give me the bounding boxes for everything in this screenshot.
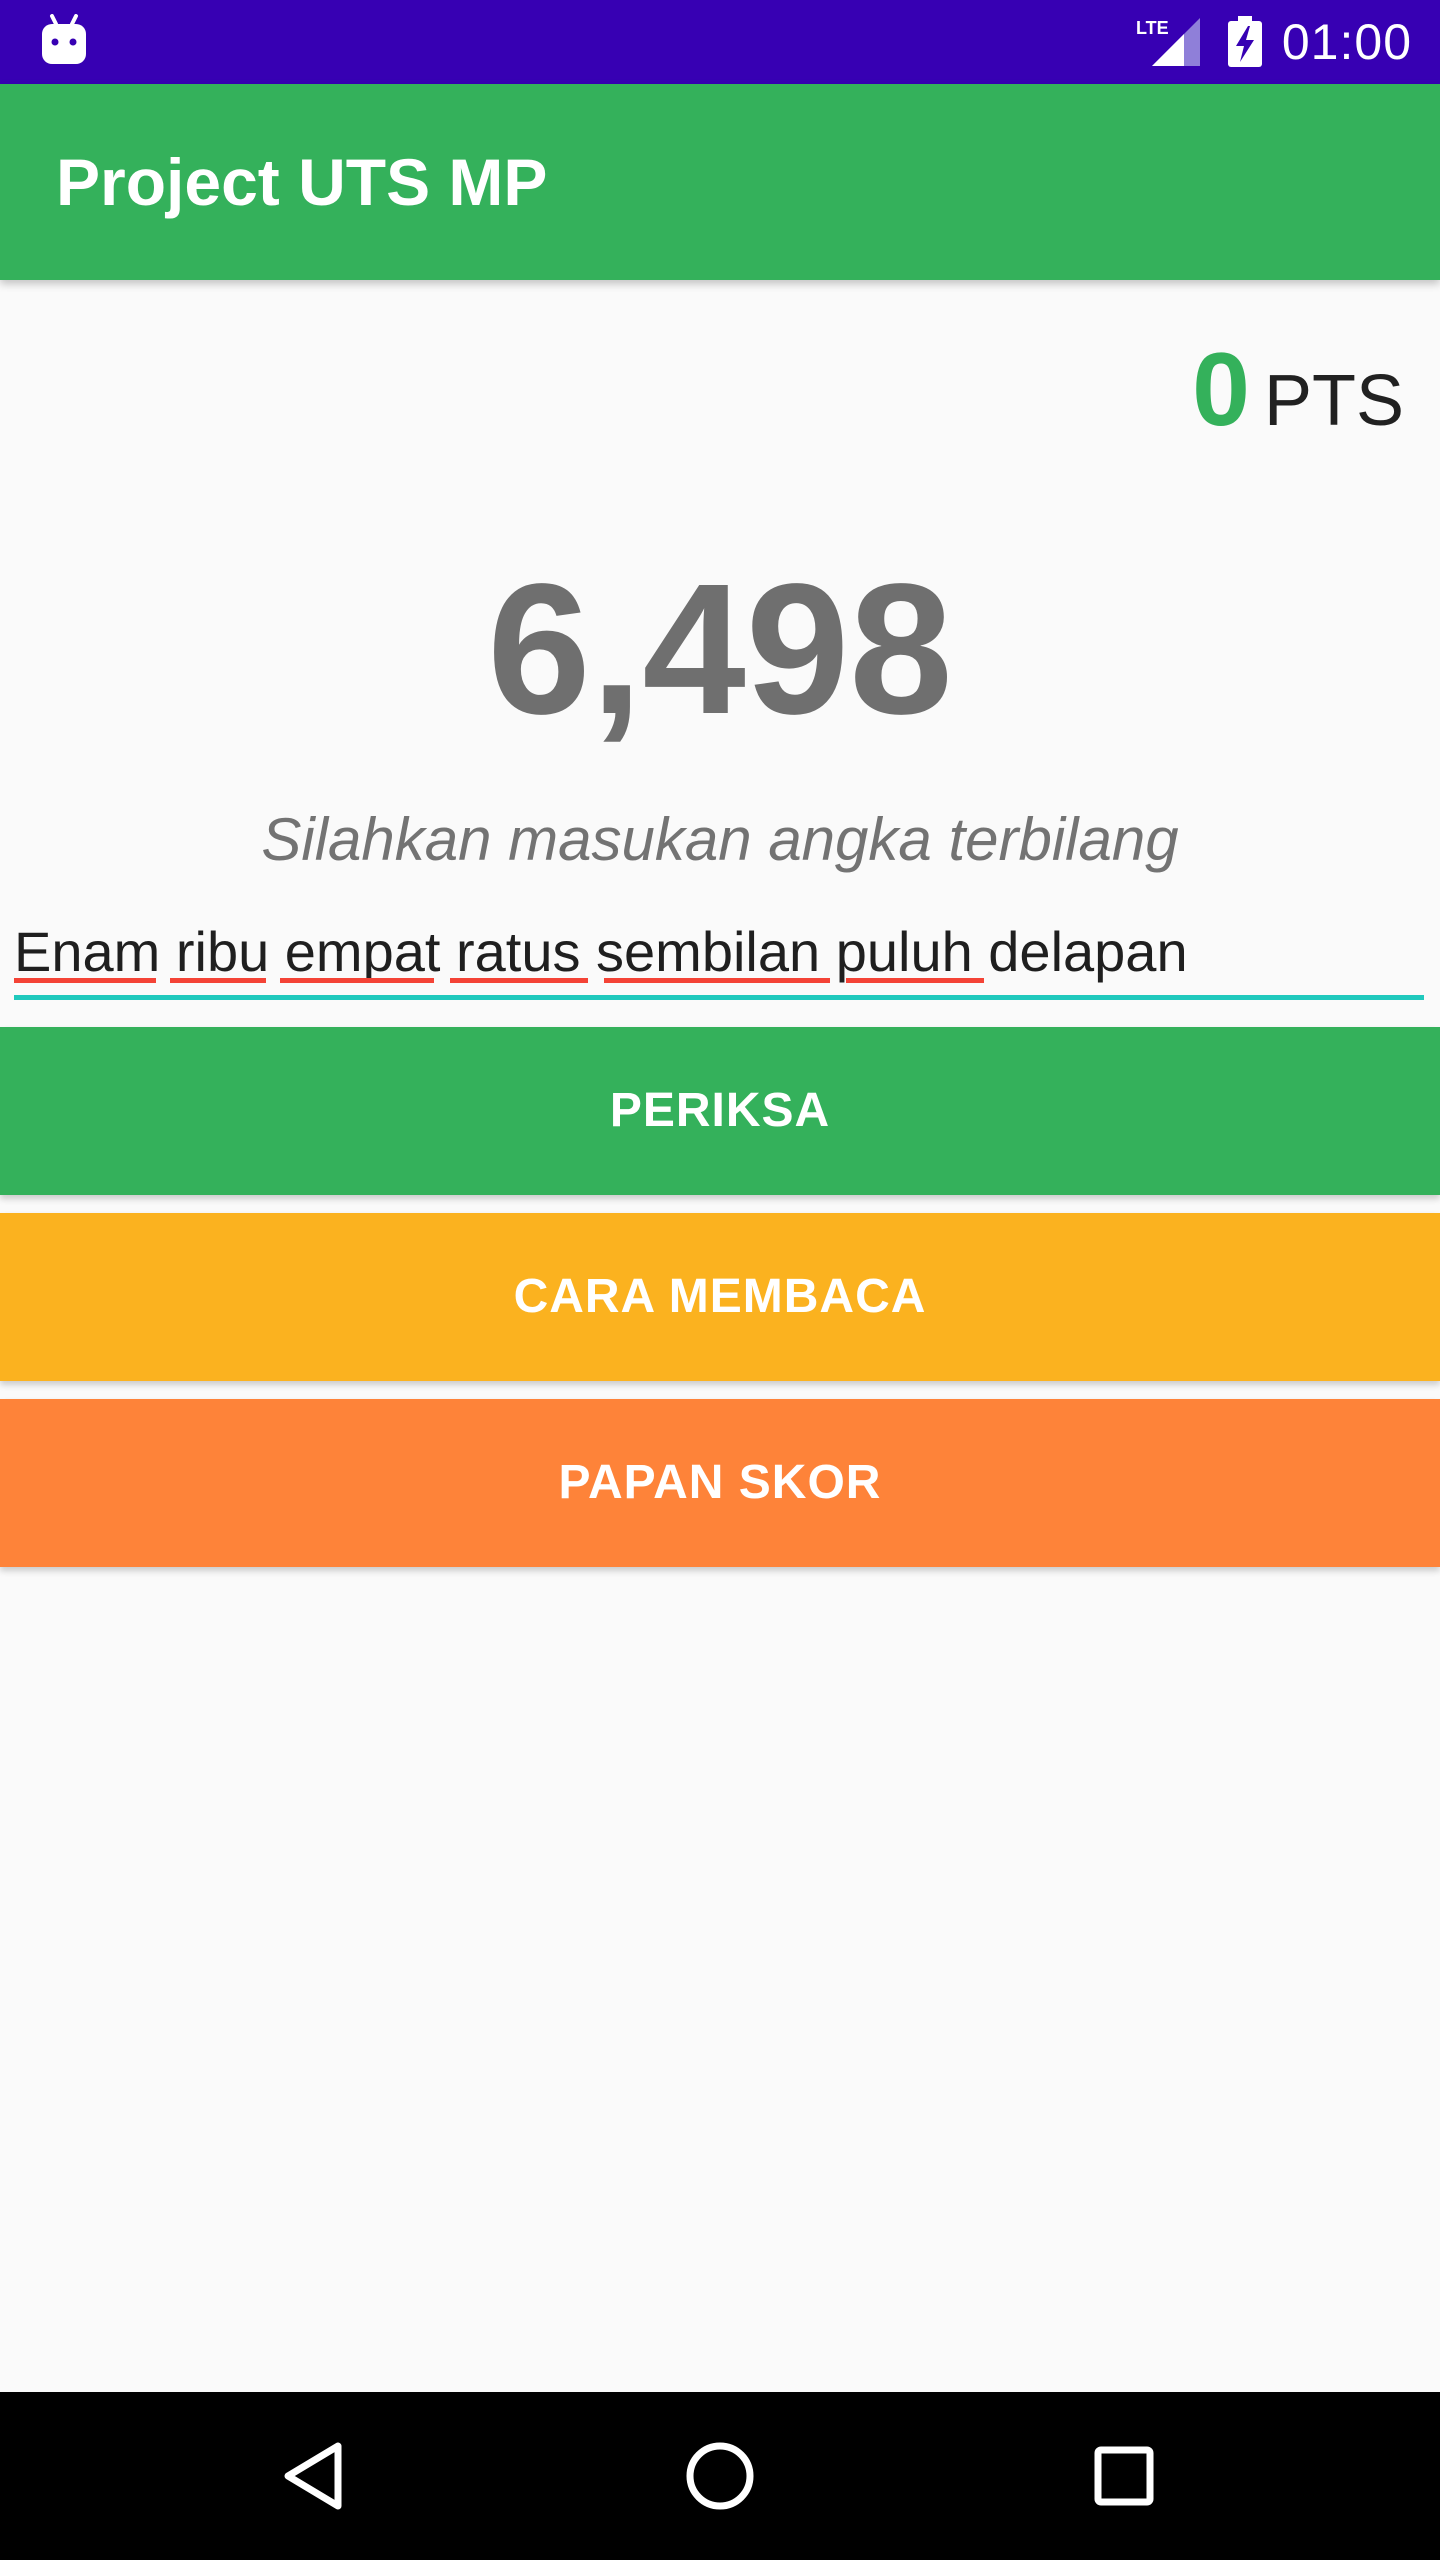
scoreboard-button[interactable]: PAPAN SKOR [0, 1399, 1440, 1567]
app-title: Project UTS MP [56, 145, 548, 219]
answer-input[interactable]: Enam ribu empat ratus sembilan puluh del… [14, 910, 1424, 1000]
battery-charging-icon [1228, 16, 1262, 67]
app-bar: Project UTS MP [0, 84, 1440, 280]
recent-apps-icon[interactable] [1074, 2426, 1174, 2526]
status-clock: 01:00 [1281, 14, 1412, 70]
spellcheck-underline [280, 978, 434, 983]
spellcheck-underline [846, 978, 984, 983]
back-icon[interactable] [266, 2426, 366, 2526]
check-button[interactable]: PERIKSA [0, 1027, 1440, 1195]
instruction-text: Silahkan masukan angka terbilang [261, 806, 1179, 873]
navigation-bar [0, 2392, 1440, 2560]
how-to-read-button[interactable]: CARA MEMBACA [0, 1213, 1440, 1381]
answer-input-underline [14, 995, 1424, 1000]
score-display: 0 PTS [1192, 330, 1404, 450]
score-label: PTS [1263, 361, 1404, 441]
spellcheck-underline [170, 978, 266, 983]
spellcheck-underline [450, 978, 588, 983]
spellcheck-underline [14, 978, 156, 983]
score-points: 0 [1192, 332, 1250, 448]
question-number: 6,498 [487, 546, 953, 753]
home-icon[interactable] [670, 2426, 770, 2526]
screen: LTE 01:00 Project UTS MP 0 PTS 6,498 Sil… [0, 0, 1440, 2560]
spellcheck-underline [604, 978, 830, 983]
lte-signal-icon: LTE [1136, 18, 1200, 66]
svg-text:LTE: LTE [1136, 18, 1169, 38]
status-bar: LTE 01:00 [0, 0, 1440, 84]
android-icon [42, 14, 86, 64]
